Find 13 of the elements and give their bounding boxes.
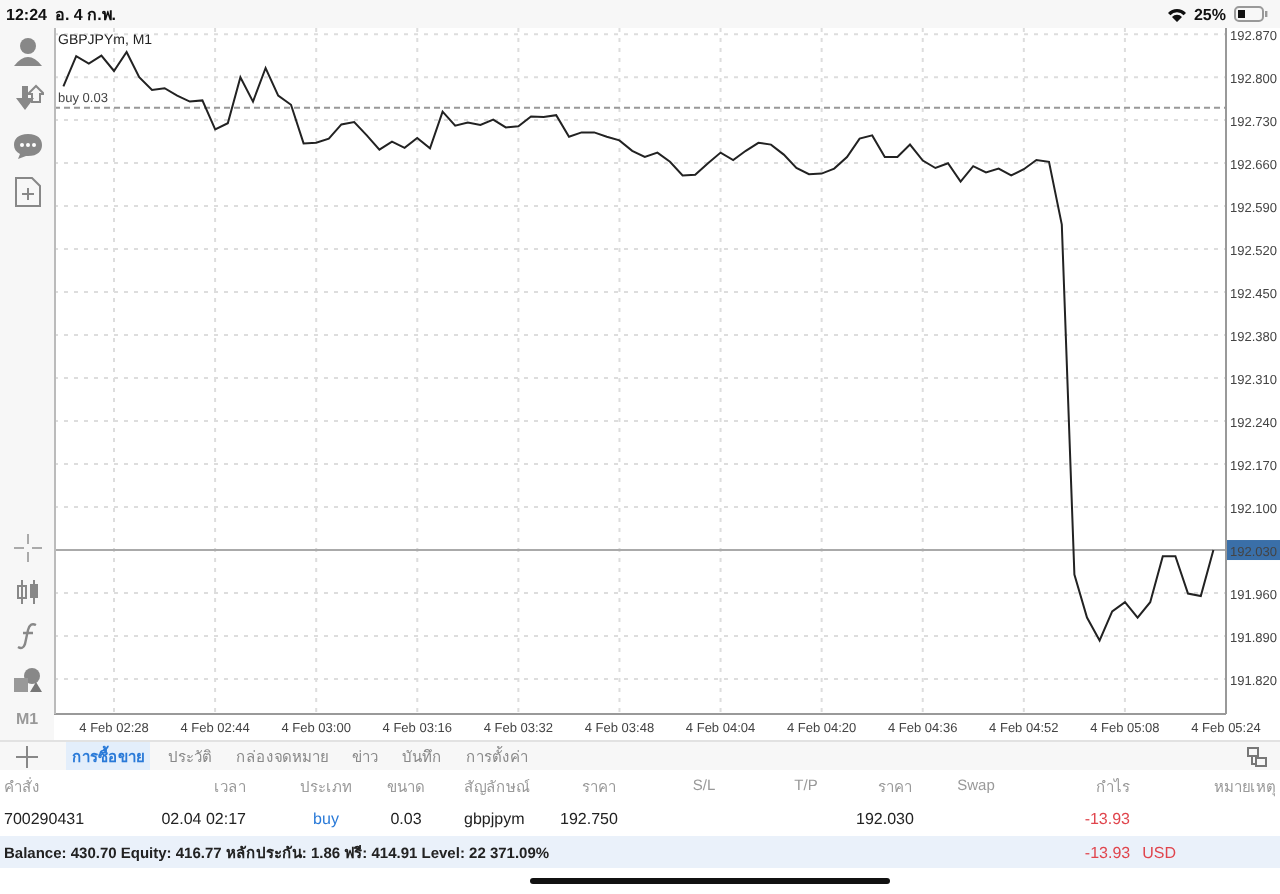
- table-cell: -13.93: [1084, 809, 1130, 827]
- date-text: อ. 4 ก.พ.: [54, 3, 117, 27]
- table-cell: 700290431: [4, 809, 85, 827]
- table-cell: 02.04 02:17: [161, 809, 246, 827]
- table-cell: buy: [313, 809, 339, 827]
- table-cell: 192.030: [856, 809, 914, 827]
- table-cell: gbpjpym: [464, 809, 525, 827]
- table-cell: 0.03: [390, 809, 422, 827]
- currency-label: USD: [1142, 843, 1176, 861]
- clock-time: 12:24: [6, 5, 47, 23]
- table-cell: 192.750: [560, 809, 618, 827]
- total-profit: -13.93: [1084, 843, 1131, 861]
- battery-percent: 25%: [1193, 5, 1226, 23]
